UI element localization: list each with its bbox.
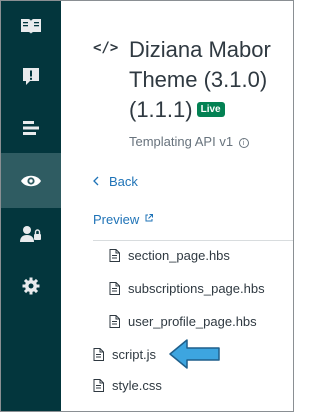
alert-icon [22,67,39,85]
file-name: section_page.hbs [128,248,230,263]
preview-link[interactable]: Preview [93,212,153,227]
back-link[interactable]: Back [93,174,138,189]
file-name: style.css [112,378,162,393]
list-icon [22,120,39,135]
live-badge: Live [196,102,225,117]
file-item[interactable]: user_profile_page.hbs [109,314,257,329]
external-link-icon [145,214,153,224]
title-line-name: Diziana Mabor [129,37,271,62]
file-icon [93,348,104,361]
nav-guide[interactable] [0,0,61,51]
file-icon [109,249,120,262]
build-version: (1.1.1) [129,97,193,122]
file-item-script[interactable]: script.js [93,347,156,362]
nav-users[interactable] [0,208,61,259]
nav-alerts[interactable] [0,51,61,102]
file-name: subscriptions_page.hbs [128,281,265,296]
gear-icon [22,277,39,294]
file-icon [109,282,120,295]
nav-settings[interactable] [0,259,61,312]
file-icon [93,379,104,392]
file-name: script.js [112,347,157,362]
templating-api-label: Templating API v1 i [129,134,249,149]
chevron-left-icon [93,174,99,189]
back-label: Back [109,174,138,189]
sidebar [0,0,61,412]
code-icon: </> [93,40,119,56]
section-divider [93,240,294,241]
file-item[interactable]: section_page.hbs [109,248,230,263]
user-lock-icon [19,225,41,242]
arrow-left-icon [169,339,220,369]
nav-list[interactable] [0,102,61,153]
eye-icon [20,175,41,186]
file-item-style[interactable]: style.css [93,378,162,393]
info-icon[interactable]: i [238,138,249,148]
nav-preview[interactable] [0,153,61,208]
file-item[interactable]: subscriptions_page.hbs [109,281,265,296]
preview-label: Preview [93,212,140,227]
title-line-build: (1.1.1) Live [129,95,294,125]
theme-title: Diziana Mabor Theme (3.1.0) (1.1.1) Live [129,35,294,125]
file-icon [109,315,120,328]
title-line-version: Theme (3.1.0) [129,67,268,92]
guide-icon [20,18,41,34]
templating-api-text: Templating API v1 [129,134,234,149]
file-name: user_profile_page.hbs [128,314,257,329]
